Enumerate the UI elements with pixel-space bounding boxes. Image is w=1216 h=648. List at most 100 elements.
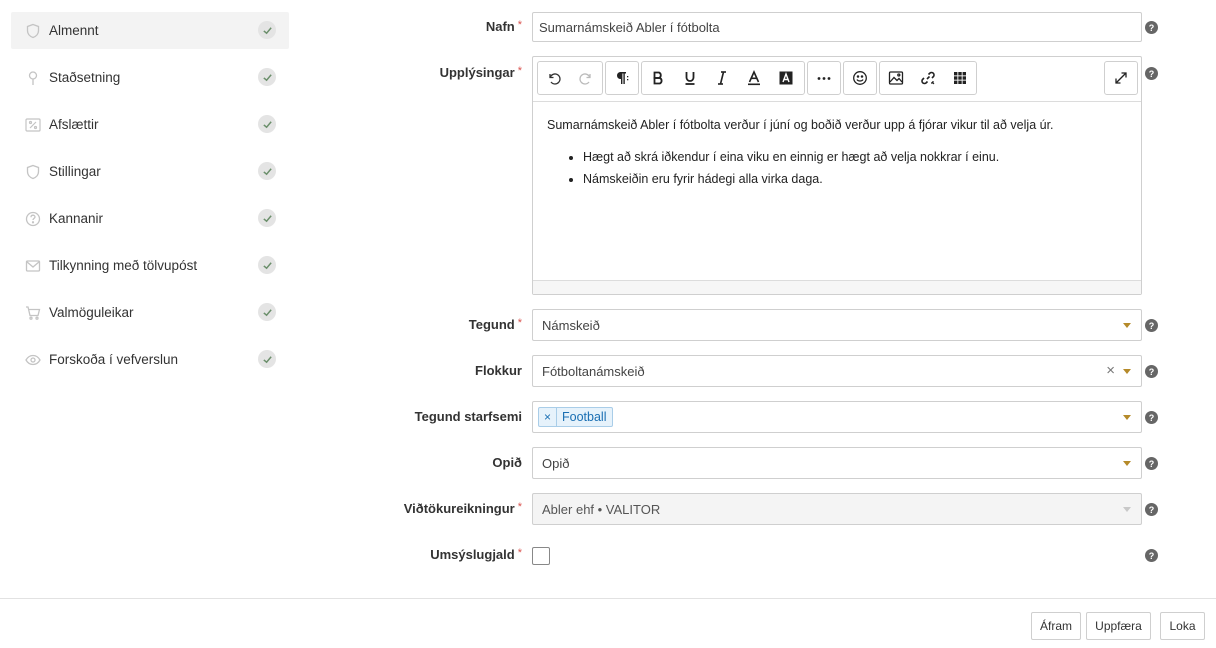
check-icon xyxy=(258,256,276,274)
form-row-type: Tegund * Námskeið ? xyxy=(300,309,1170,341)
sidebar-item-label: Valmöguleikar xyxy=(49,305,134,320)
chevron-down-icon xyxy=(1123,323,1131,328)
sidebar-item-stillingar[interactable]: Stillingar xyxy=(11,153,289,190)
bold-icon[interactable] xyxy=(642,62,674,94)
text-color-icon[interactable] xyxy=(738,62,770,94)
form-row-open: Opið Opið ? xyxy=(300,447,1170,479)
help-icon[interactable]: ? xyxy=(1145,365,1158,378)
help-icon[interactable]: ? xyxy=(1145,411,1158,424)
emoji-icon[interactable] xyxy=(844,62,876,94)
sidebar-item-kannanir[interactable]: Kannanir xyxy=(11,200,289,237)
sidebar-item-label: Almennt xyxy=(49,23,99,38)
update-button[interactable]: Uppfæra xyxy=(1086,612,1151,640)
cart-icon xyxy=(25,305,41,321)
undo-redo-group xyxy=(537,61,603,95)
required-mark: * xyxy=(517,317,522,329)
check-icon xyxy=(258,115,276,133)
sidebar-item-valmoguleikar[interactable]: Valmöguleikar xyxy=(11,294,289,331)
help-icon[interactable]: ? xyxy=(1145,67,1158,80)
category-select[interactable]: Fótboltanámskeið × xyxy=(532,355,1142,387)
question-circle-icon xyxy=(25,211,41,227)
background-color-icon[interactable] xyxy=(770,62,802,94)
undo-icon[interactable] xyxy=(538,62,570,94)
sidebar-item-label: Stillingar xyxy=(49,164,101,179)
link-icon[interactable] xyxy=(912,62,944,94)
chevron-down-icon xyxy=(1123,507,1131,512)
rich-text-editor: Sumarnámskeið Abler í fótbolta verður í … xyxy=(532,56,1142,295)
list-item: Hægt að skrá iðkendur í eina viku en ein… xyxy=(583,149,1127,167)
check-icon xyxy=(258,209,276,227)
sidebar-item-afslaettir[interactable]: Afslættir xyxy=(11,106,289,143)
emoji-group xyxy=(843,61,877,95)
tag-remove-icon[interactable]: × xyxy=(539,408,558,426)
insert-group xyxy=(879,61,977,95)
close-button[interactable]: Loka xyxy=(1160,612,1205,640)
clear-icon[interactable]: × xyxy=(1106,363,1115,379)
check-icon xyxy=(258,68,276,86)
required-mark: * xyxy=(517,19,522,31)
shield-icon xyxy=(25,23,41,39)
italic-icon[interactable] xyxy=(706,62,738,94)
required-mark: * xyxy=(517,501,522,513)
editor-bullet-list: Hægt að skrá iðkendur í eina viku en ein… xyxy=(547,149,1127,189)
next-button[interactable]: Áfram xyxy=(1031,612,1081,640)
help-icon[interactable]: ? xyxy=(1145,457,1158,470)
help-icon[interactable]: ? xyxy=(1145,319,1158,332)
activity-label: Tegund starfsemi xyxy=(414,409,522,424)
chevron-down-icon xyxy=(1123,415,1131,420)
footer-bar: Áfram Uppfæra Loka xyxy=(0,598,1216,648)
name-input[interactable]: Sumarnámskeið Abler í fótbolta xyxy=(532,12,1142,42)
required-mark: * xyxy=(517,547,522,559)
percent-icon xyxy=(25,117,41,133)
more-icon[interactable] xyxy=(808,62,840,94)
editor-paragraph: Sumarnámskeið Abler í fótbolta verður í … xyxy=(547,118,1054,132)
type-select[interactable]: Námskeið xyxy=(532,309,1142,341)
help-icon[interactable]: ? xyxy=(1145,21,1158,34)
fee-checkbox[interactable] xyxy=(532,547,550,565)
image-icon[interactable] xyxy=(880,62,912,94)
form-row-category: Flokkur Fótboltanámskeið × ? xyxy=(300,355,1170,387)
category-label: Flokkur xyxy=(475,363,522,378)
help-icon[interactable]: ? xyxy=(1145,503,1158,516)
check-icon xyxy=(258,350,276,368)
help-icon[interactable]: ? xyxy=(1145,549,1158,562)
sidebar-item-almennt[interactable]: Almennt xyxy=(11,12,289,49)
editor-content[interactable]: Sumarnámskeið Abler í fótbolta verður í … xyxy=(533,102,1141,209)
eye-icon xyxy=(25,352,41,368)
editor-toolbar xyxy=(533,57,1141,102)
paragraph-format-icon[interactable] xyxy=(606,62,638,94)
account-label: Viðtökureikningur * xyxy=(403,501,522,516)
fullscreen-icon[interactable] xyxy=(1105,62,1137,94)
form-row-account: Viðtökureikningur * Abler ehf • VALITOR ? xyxy=(300,493,1170,525)
activity-multiselect[interactable]: × Football xyxy=(532,401,1142,433)
more-group xyxy=(807,61,841,95)
redo-icon[interactable] xyxy=(570,62,602,94)
sidebar-item-label: Forskoða í vefverslun xyxy=(49,352,179,367)
underline-icon[interactable] xyxy=(674,62,706,94)
account-select[interactable]: Abler ehf • VALITOR xyxy=(532,493,1142,525)
fullscreen-group xyxy=(1104,61,1138,95)
shield-icon xyxy=(25,164,41,180)
format-group xyxy=(641,61,805,95)
form-row-activity: Tegund starfsemi × Football ? xyxy=(300,401,1170,433)
check-icon xyxy=(258,303,276,321)
type-label: Tegund * xyxy=(468,317,522,332)
chevron-down-icon xyxy=(1123,369,1131,374)
sidebar-item-label: Staðsetning xyxy=(49,70,121,85)
form-row-name: Nafn * Sumarnámskeið Abler í fótbolta ? xyxy=(300,12,1170,42)
check-icon xyxy=(258,162,276,180)
editor-statusbar xyxy=(533,280,1141,294)
required-mark: * xyxy=(517,65,522,77)
sidebar-item-forskoda[interactable]: Forskoða í vefverslun xyxy=(11,341,289,378)
name-label: Nafn * xyxy=(485,19,522,34)
sidebar-item-stadsetning[interactable]: Staðsetning xyxy=(11,59,289,96)
sidebar-item-label: Tilkynning með tölvupóst xyxy=(49,258,198,273)
envelope-icon xyxy=(25,258,41,274)
location-pin-icon xyxy=(25,70,41,86)
table-icon[interactable] xyxy=(944,62,976,94)
check-icon xyxy=(258,21,276,39)
form-row-fee: Umsýslugjald * ? xyxy=(300,539,1170,571)
open-select[interactable]: Opið xyxy=(532,447,1142,479)
sidebar-item-tilkynning[interactable]: Tilkynning með tölvupóst xyxy=(11,247,289,284)
info-label: Upplýsingar * xyxy=(439,65,522,80)
